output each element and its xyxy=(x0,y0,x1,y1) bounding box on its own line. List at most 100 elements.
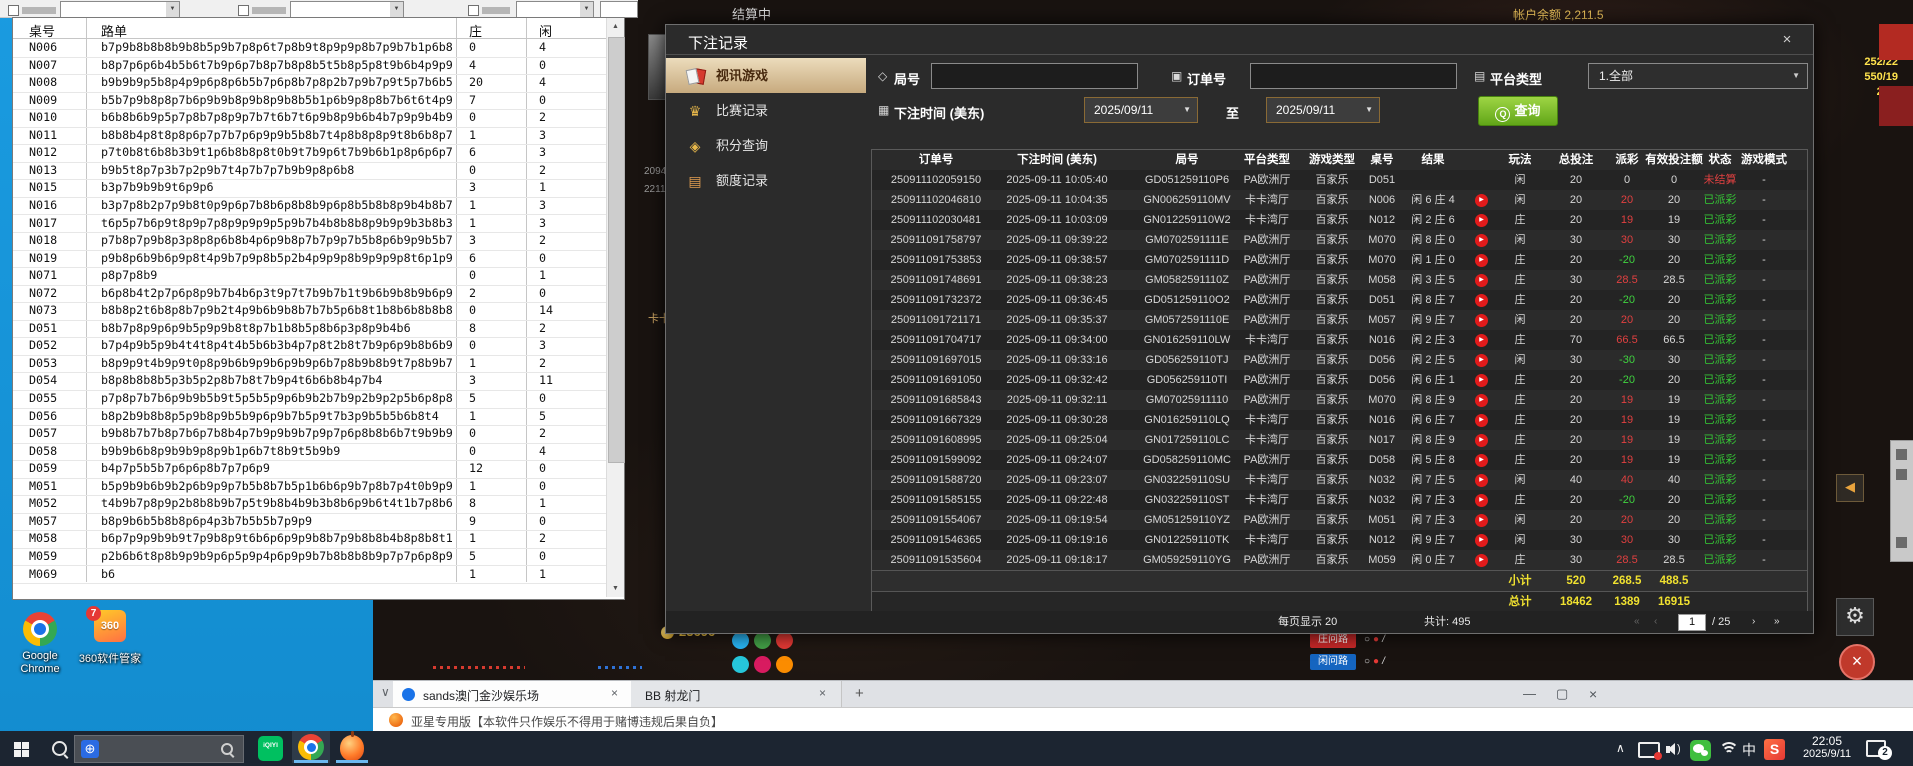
table-row[interactable]: M069b611 xyxy=(13,566,606,585)
table-row[interactable]: N012p7t0b8t6b8b3b9t1p6b8b8p8t0b9t7b9p6t7… xyxy=(13,144,606,163)
replay-icon[interactable]: ▶ xyxy=(1475,214,1488,227)
toolbar-dropdown[interactable] xyxy=(600,1,638,18)
search-button[interactable]: Q查询 xyxy=(1478,96,1558,126)
table-row[interactable]: 2509110915851552025-09-11 09:22:48GN0322… xyxy=(872,490,1807,511)
game-icon[interactable] xyxy=(776,656,793,673)
minimize-button[interactable]: — xyxy=(1523,686,1536,701)
order-input[interactable] xyxy=(1250,63,1457,89)
game-icon[interactable] xyxy=(776,632,793,649)
prev-page-icon[interactable]: ‹ xyxy=(1654,611,1657,633)
replay-icon[interactable]: ▶ xyxy=(1475,454,1488,467)
page-scrollbar[interactable] xyxy=(1890,440,1913,562)
replay-icon[interactable]: ▶ xyxy=(1475,554,1488,567)
table-row[interactable]: 2509110915990922025-09-11 09:24:07GD0582… xyxy=(872,450,1807,471)
tab-video-games[interactable]: 视讯游戏 xyxy=(666,58,866,93)
chrome-taskbar-button[interactable] xyxy=(292,731,330,763)
table-row[interactable]: N071p8p7p8b901 xyxy=(13,267,606,286)
table-row[interactable]: 2509110916970152025-09-11 09:33:16GD0562… xyxy=(872,350,1807,371)
search-icon[interactable] xyxy=(52,741,67,756)
last-page-icon[interactable]: » xyxy=(1774,611,1780,633)
iqiyi-icon[interactable]: iQIYI xyxy=(258,736,283,761)
speaker-icon[interactable]: ) xyxy=(1666,743,1684,756)
table-row[interactable]: N007b8p7p6p6b4b5b6t7b9p6p7b8p7b8p8b5t5b8… xyxy=(13,57,606,76)
close-icon[interactable]: × xyxy=(1776,29,1798,51)
replay-icon[interactable]: ▶ xyxy=(1475,234,1488,247)
table-row[interactable]: 2509111020468102025-09-11 10:04:35GN0062… xyxy=(872,190,1807,211)
first-page-icon[interactable]: « xyxy=(1634,611,1640,633)
table-row[interactable]: N010b6b8b6b9p5p7p8b7p8p9p7b7t6b7t6p9b8p9… xyxy=(13,109,606,128)
banker-road-tag[interactable]: 庄问路 xyxy=(1310,632,1356,648)
replay-icon[interactable]: ▶ xyxy=(1475,274,1488,287)
desktop-icon-label[interactable]: 360软件管家 xyxy=(70,650,150,666)
table-row[interactable]: D059b4p7p5b5b7p6p6p8b7p7p6p9120 xyxy=(13,460,606,479)
replay-icon[interactable]: ▶ xyxy=(1475,294,1488,307)
table-row[interactable]: N013b9b5t8p7p3b7p2p9b7t4p7b7p7b9b9p8p6b8… xyxy=(13,162,606,181)
table-row[interactable]: 2509110917486912025-09-11 09:38:23GM0582… xyxy=(872,270,1807,291)
close-tab-icon[interactable]: × xyxy=(819,686,826,700)
desktop-icon-label[interactable]: Google xyxy=(0,650,80,662)
game-icon[interactable] xyxy=(732,632,749,649)
table-row[interactable]: 2509110915356042025-09-11 09:18:17GM0592… xyxy=(872,550,1807,571)
replay-icon[interactable]: ▶ xyxy=(1475,374,1488,387)
table-row[interactable]: 2509110917323722025-09-11 09:36:45GD0512… xyxy=(872,290,1807,311)
toolbar-dropdown[interactable]: ▼ xyxy=(290,1,404,18)
replay-icon[interactable]: ▶ xyxy=(1475,254,1488,267)
tab-quota-records[interactable]: ▤ 额度记录 xyxy=(666,163,866,198)
wifi-icon[interactable] xyxy=(1718,742,1736,756)
table-row[interactable]: M051b5p9b9b6b9b2p6b9p9p7b5b8b7b5p1b6b6p9… xyxy=(13,478,606,497)
table-row[interactable]: 2509110917587972025-09-11 09:39:22GM0702… xyxy=(872,230,1807,251)
notification-icon[interactable]: 2 xyxy=(1866,740,1886,757)
replay-icon[interactable]: ▶ xyxy=(1475,334,1488,347)
table-row[interactable]: D053b8p9p9t4b9p9t0p8p9b6b9p9b6p9b9p6b7p8… xyxy=(13,355,606,374)
table-row[interactable]: N073b8b8p2t6b8p8b7p9b2t4p9b6b9b8b7b7b5p6… xyxy=(13,302,606,321)
close-tab-icon[interactable]: × xyxy=(611,686,618,700)
scroll-up-icon[interactable]: ▲ xyxy=(607,18,624,35)
forbidden-icon[interactable]: × xyxy=(1839,644,1875,680)
gear-icon[interactable]: ⚙ xyxy=(1836,598,1874,636)
table-row[interactable]: M052t4b9b7p8p9p2b8b8b9b7p5t9b8b4b9b3b8b6… xyxy=(13,495,606,514)
scrollbar[interactable]: ▲ ▼ xyxy=(606,18,624,597)
browser-tab-sands[interactable]: sands澳门金沙娱乐场 × xyxy=(393,681,632,708)
scrollbar-thumb[interactable] xyxy=(608,37,625,463)
table-row[interactable]: N009b5b7p9b8p8p7b6p9b9b8p9b8p9b8b5b1p6b9… xyxy=(13,92,606,111)
taskbar-search-input[interactable]: ⊕ xyxy=(74,735,244,763)
replay-icon[interactable]: ▶ xyxy=(1475,314,1488,327)
table-row[interactable]: 2509110915463652025-09-11 09:19:16GN0122… xyxy=(872,530,1807,551)
replay-icon[interactable]: ▶ xyxy=(1475,534,1488,547)
replay-icon[interactable]: ▶ xyxy=(1475,394,1488,407)
table-row[interactable]: N018p7b8p7p9b8p3p8p8p6b8b4p6p9b8p7b7p9p7… xyxy=(13,232,606,251)
table-row[interactable]: 2509110917211712025-09-11 09:35:37GM0572… xyxy=(872,310,1807,331)
table-row[interactable]: 2509110916673292025-09-11 09:30:28GN0162… xyxy=(872,410,1807,431)
table-row[interactable]: D051b8b7p8p9p6p9b5p9p9b8t8p7b1b8b5p8b6p3… xyxy=(13,320,606,339)
chevron-up-icon[interactable]: ∧ xyxy=(1616,741,1625,755)
table-row[interactable]: D056b8p2b9b8b8p5p9b8p9b5b9p6p9b7b5p9t7b3… xyxy=(13,408,606,427)
table-row[interactable]: 2509110916910502025-09-11 09:32:42GD0562… xyxy=(872,370,1807,391)
platform-select[interactable]: 1.全部 ▼ xyxy=(1588,63,1808,89)
player-road-tag[interactable]: 闲问路 xyxy=(1310,654,1356,670)
table-row[interactable]: 2509110917047172025-09-11 09:34:00GN0162… xyxy=(872,330,1807,351)
table-row[interactable]: 2509110915540672025-09-11 09:19:54GM0512… xyxy=(872,510,1807,531)
ime-icon[interactable]: 中 xyxy=(1742,740,1756,760)
start-icon[interactable] xyxy=(14,742,29,757)
display-alert-icon[interactable] xyxy=(1638,742,1660,758)
table-row[interactable]: N006b7p9b8b8b8b9b8b5p9b7p8p6t7p8b9t8p9p9… xyxy=(13,39,606,58)
i4-apple-icon[interactable] xyxy=(334,731,370,763)
table-row[interactable]: D057b9b8b7b7b8p7b6p7b8b4p7b9p9b9b7p9p7p6… xyxy=(13,425,606,444)
wechat-icon[interactable] xyxy=(1690,740,1711,761)
replay-icon[interactable]: ▶ xyxy=(1475,474,1488,487)
sogou-icon[interactable]: S xyxy=(1764,739,1785,760)
table-row[interactable]: D052b7p4p9b5p9b4t4t8p4t4b5b6b3b4p7p8t2b8… xyxy=(13,337,606,356)
replay-icon[interactable]: ▶ xyxy=(1475,514,1488,527)
table-row[interactable]: D058b9b9b6b8p9b9b9p8p9b1p6b7t8b9t5b9b904 xyxy=(13,443,606,462)
game-icon[interactable] xyxy=(754,632,771,649)
table-row[interactable]: 2509111020304812025-09-11 10:03:09GN0122… xyxy=(872,210,1807,231)
table-row[interactable]: 2509110917538532025-09-11 09:38:57GM0702… xyxy=(872,250,1807,271)
tab-match-records[interactable]: ♛ 比赛记录 xyxy=(666,93,866,128)
replay-icon[interactable]: ▶ xyxy=(1475,494,1488,507)
table-row[interactable]: N016b3p7p8b2p7p9b8t0p9p6p7b8b6p8b8b9p6p8… xyxy=(13,197,606,216)
table-row[interactable]: N019p9b8p6b9b6p9p8t4p9b7p9p8b5p2b4p9p9p8… xyxy=(13,250,606,269)
table-row[interactable]: M058b6p7p9p9b9b9t7p9b8p9t6b6p6p9p9b8b7p9… xyxy=(13,530,606,549)
toolbar-checkbox[interactable] xyxy=(468,5,479,16)
close-window-button[interactable]: × xyxy=(1589,686,1597,702)
clock-time[interactable]: 22:05 xyxy=(1792,734,1862,748)
